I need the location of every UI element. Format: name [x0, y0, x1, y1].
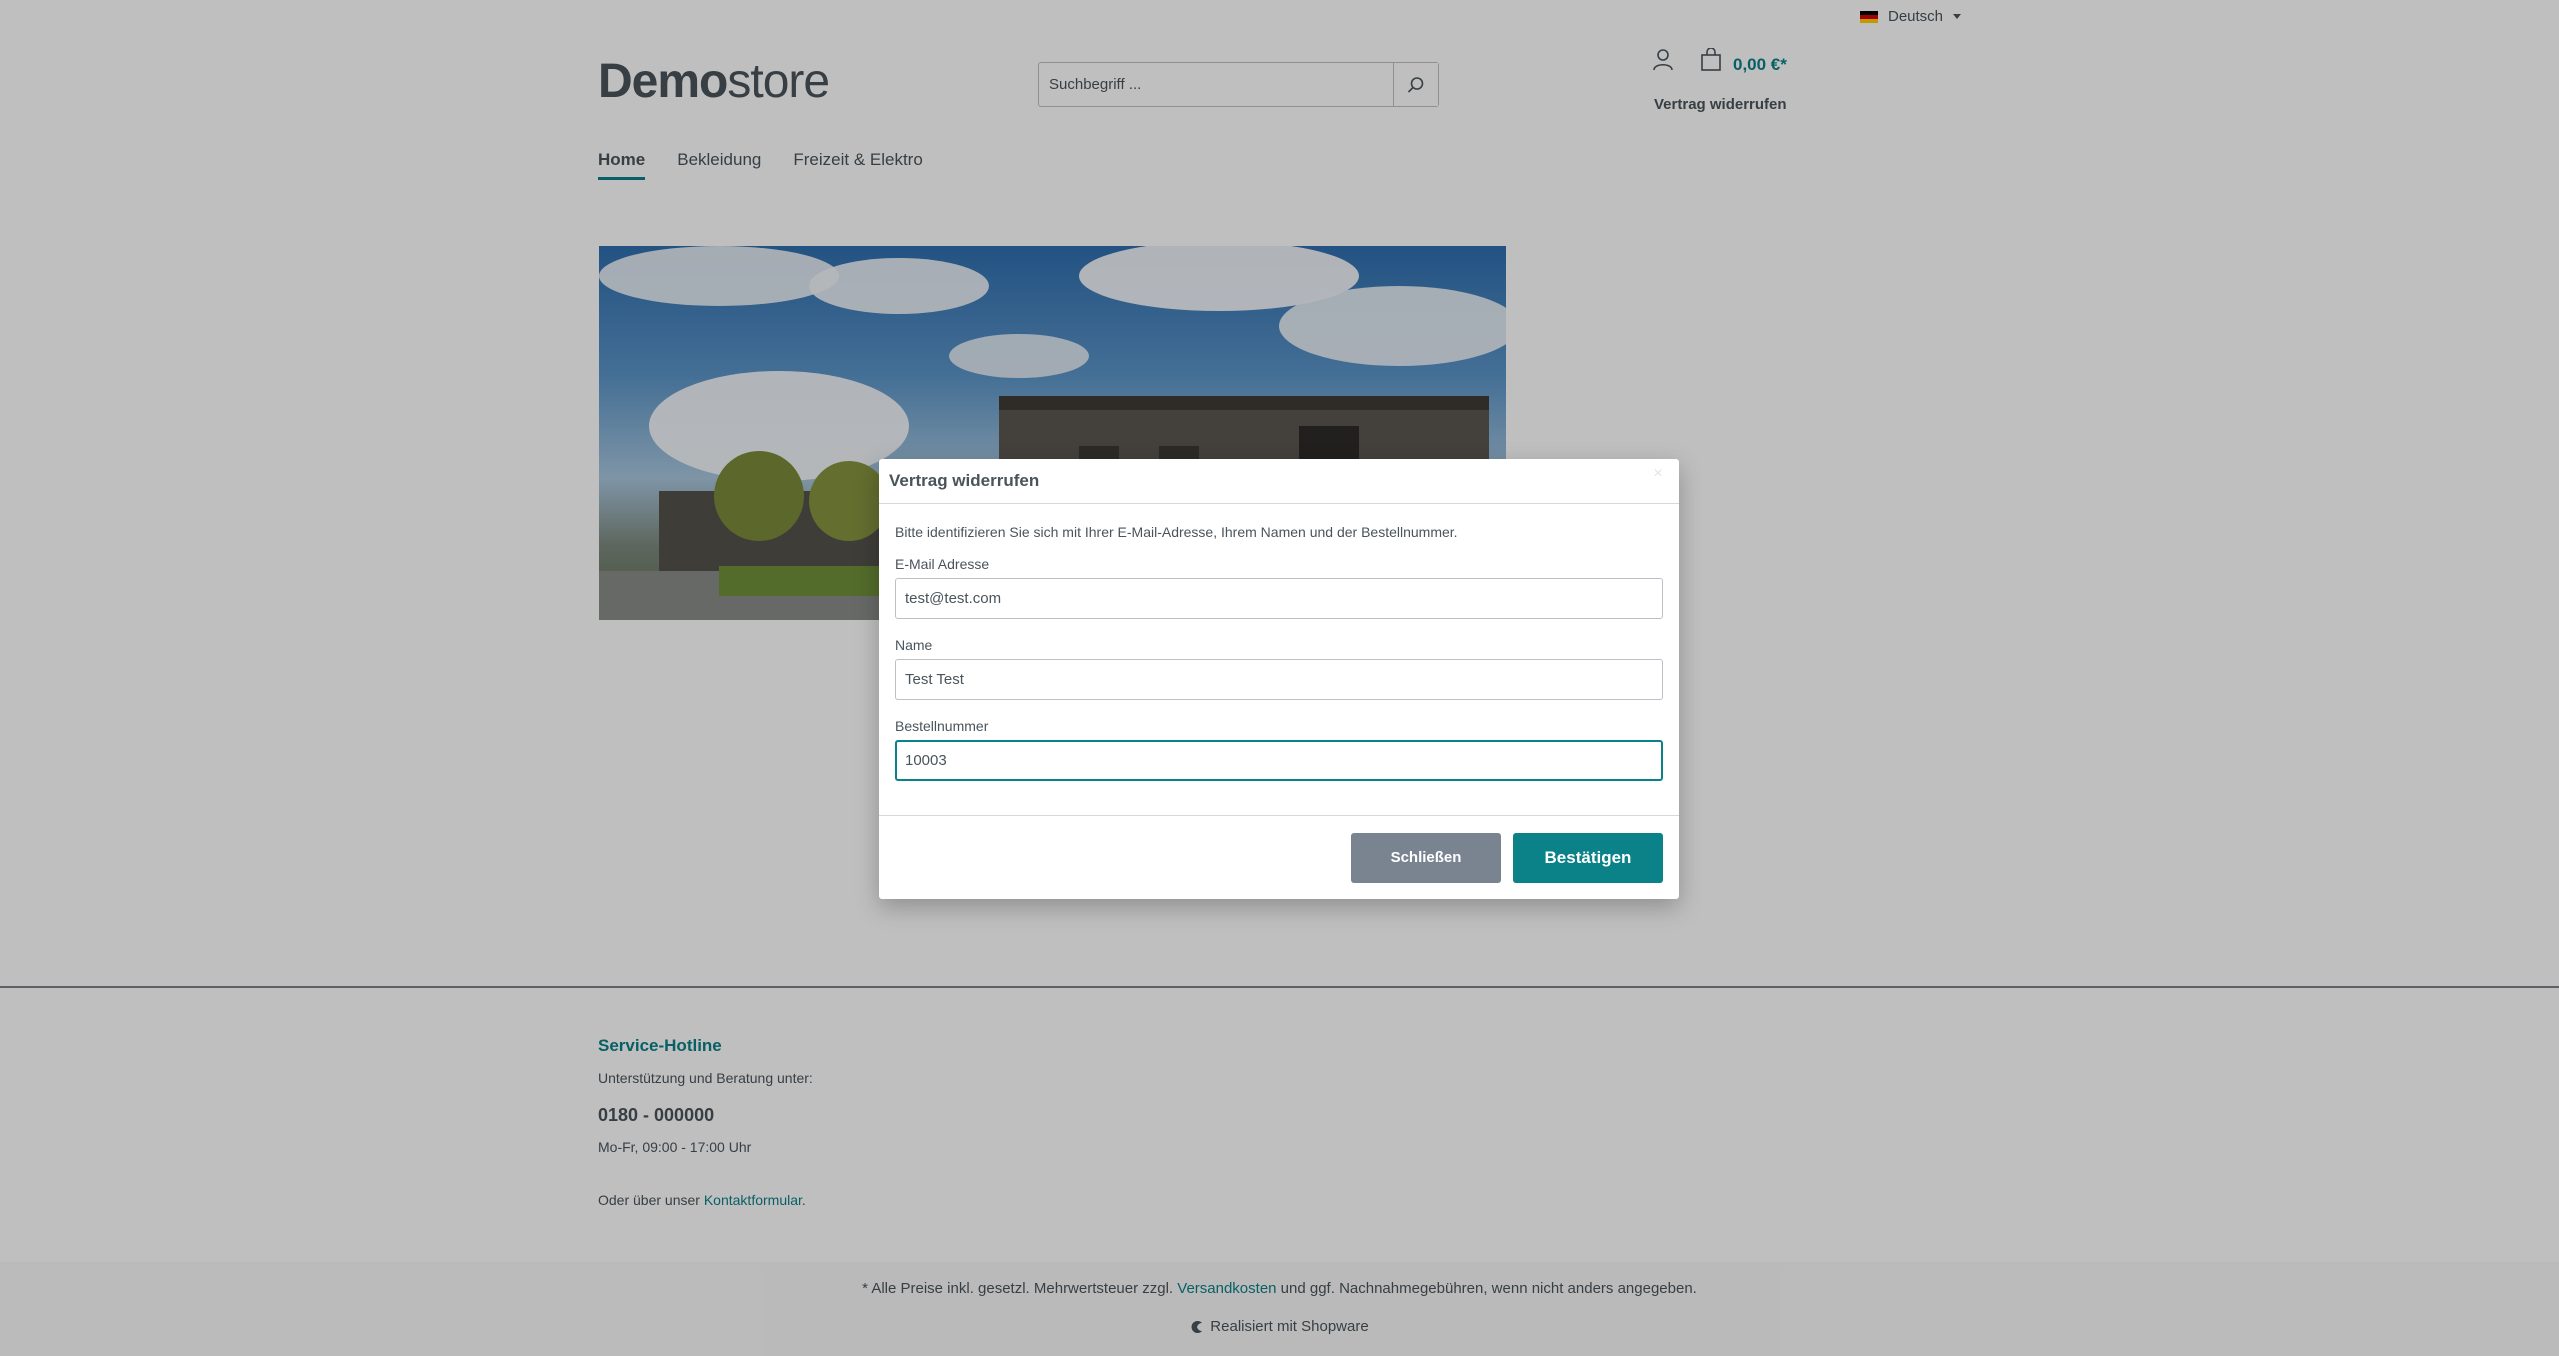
confirm-button[interactable]: Bestätigen	[1513, 832, 1663, 883]
email-field[interactable]	[895, 578, 1663, 619]
modal-title: Vertrag widerrufen	[889, 471, 1040, 490]
modal-body: Bitte identifizieren Sie sich mit Ihrer …	[879, 504, 1679, 799]
close-button[interactable]: Schließen	[1351, 832, 1501, 883]
order-number-label: Bestellnummer	[895, 718, 989, 734]
modal-intro: Bitte identifizieren Sie sich mit Ihrer …	[895, 524, 1458, 540]
revoke-contract-modal: Vertrag widerrufen × Bitte identifiziere…	[879, 459, 1679, 899]
modal-footer: Schließen Bestätigen	[879, 815, 1679, 899]
order-number-field[interactable]	[895, 740, 1663, 781]
name-field[interactable]	[895, 659, 1663, 700]
close-icon[interactable]: ×	[1647, 463, 1669, 485]
name-label: Name	[895, 637, 933, 653]
modal-header: Vertrag widerrufen ×	[879, 459, 1679, 504]
email-label: E-Mail Adresse	[895, 556, 990, 572]
